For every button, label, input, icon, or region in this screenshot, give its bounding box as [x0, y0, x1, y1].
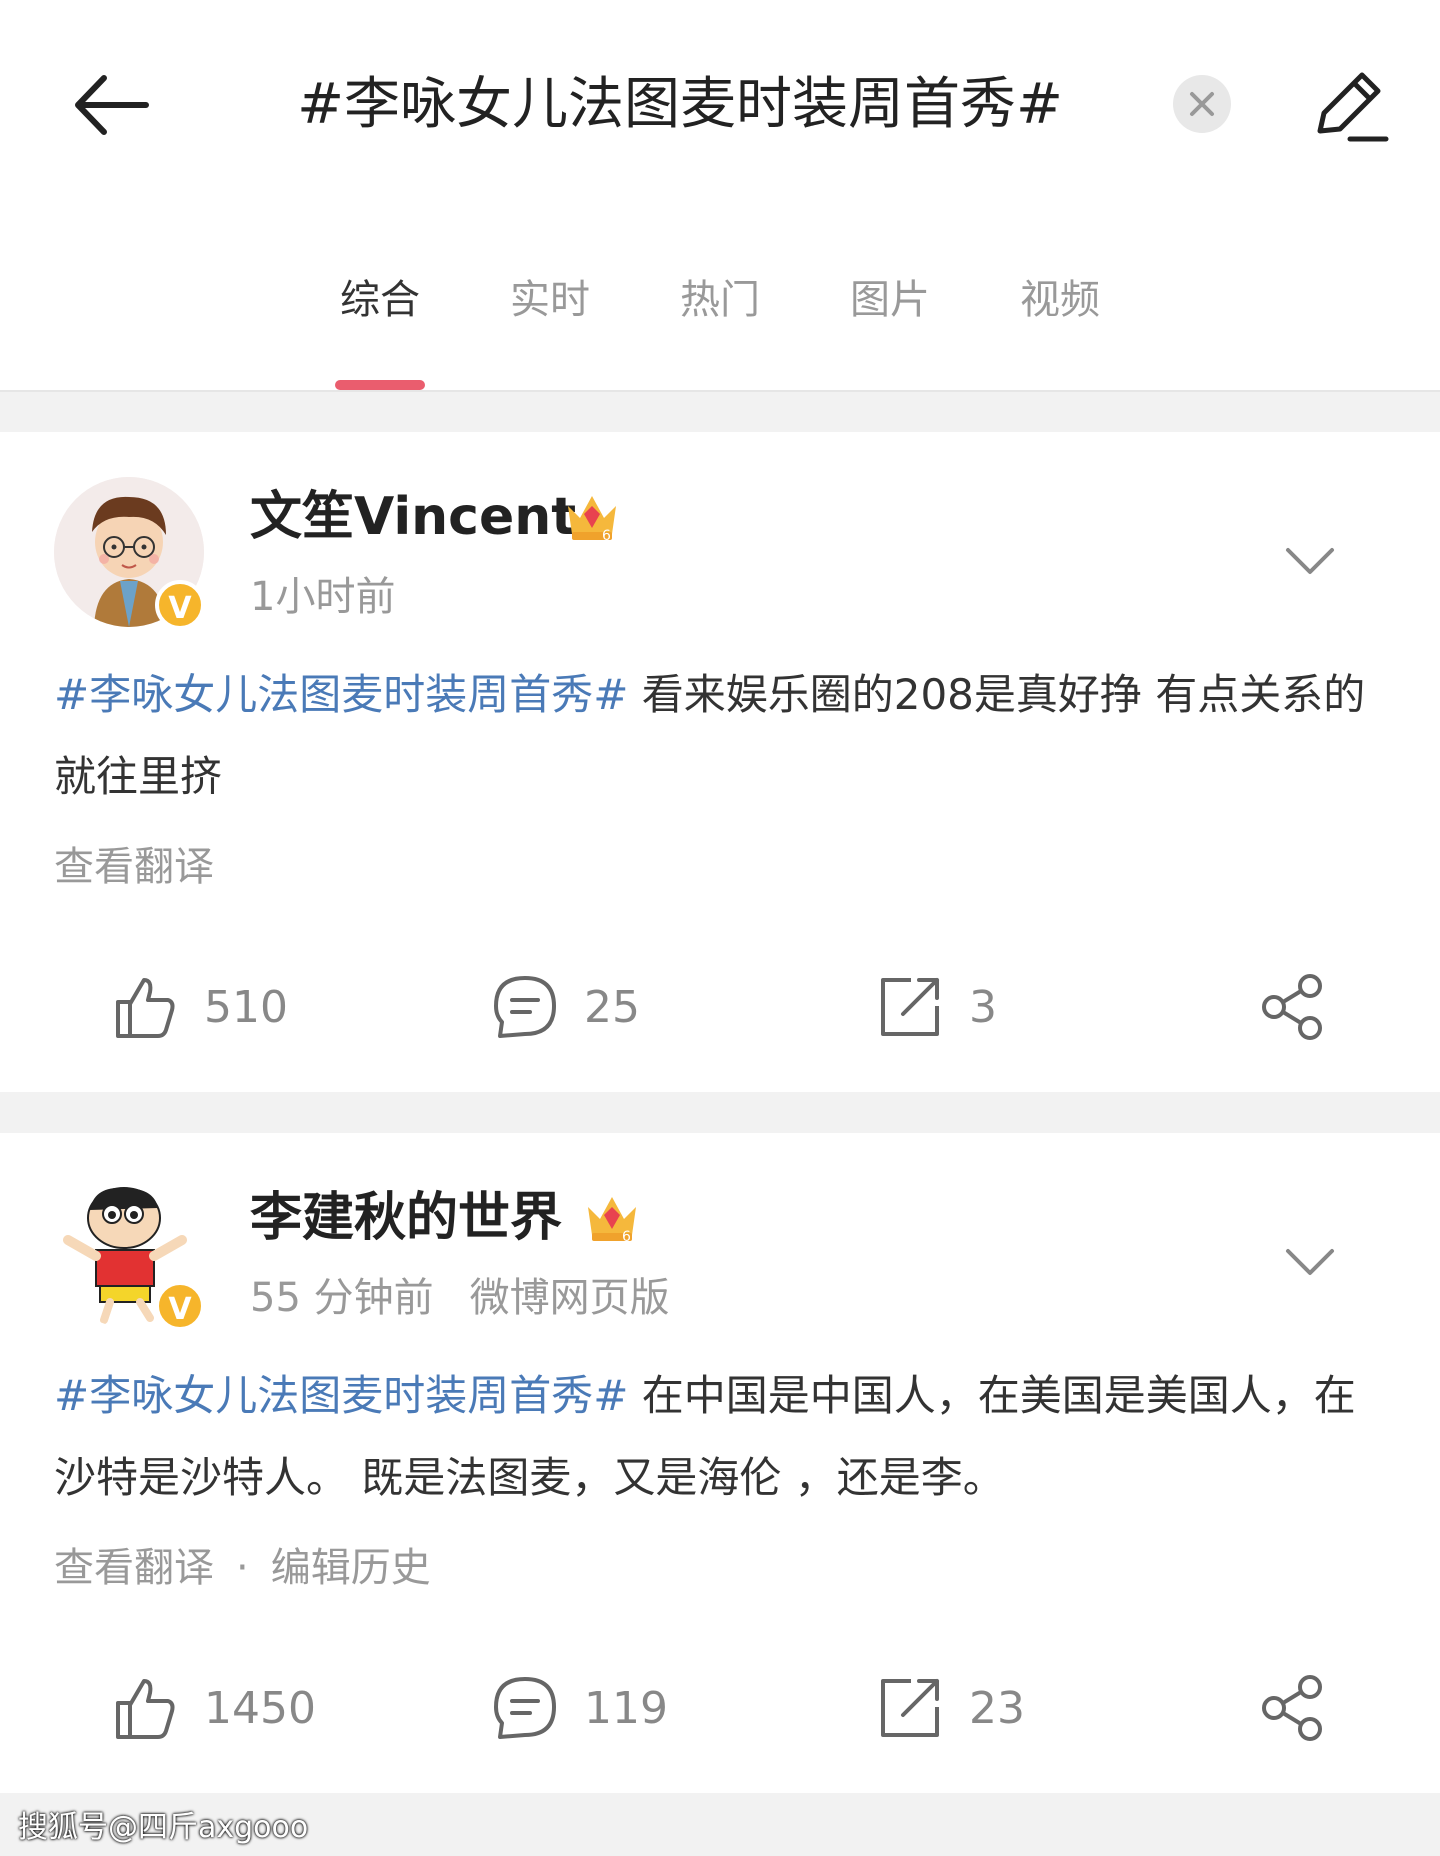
- comment-button[interactable]: 25: [490, 957, 640, 1057]
- post-time: 55 分钟前: [250, 1275, 434, 1321]
- repost-button[interactable]: 3: [875, 957, 997, 1057]
- repost-count: 23: [969, 1682, 1025, 1734]
- username[interactable]: 文笙Vincent: [250, 477, 576, 557]
- post-extras: 查看翻译 · 编辑历史: [54, 1533, 431, 1603]
- post-extras: 查看翻译: [54, 832, 214, 902]
- action-bar: 1450 119 23: [0, 1658, 1440, 1758]
- svg-text:6: 6: [622, 1229, 631, 1245]
- comment-count: 119: [584, 1682, 668, 1734]
- share-button[interactable]: [1258, 1658, 1328, 1758]
- back-button[interactable]: [60, 60, 160, 150]
- tab-comprehensive[interactable]: 综合: [310, 270, 450, 330]
- comment-icon: [494, 1677, 556, 1739]
- crown-icon: 6: [568, 496, 616, 544]
- post-source: 微博网页版: [469, 1275, 670, 1321]
- search-query-title[interactable]: #李咏女儿法图麦时装周首秀#: [250, 60, 1110, 150]
- like-count: 510: [204, 981, 288, 1033]
- comment-icon: [494, 976, 556, 1038]
- hashtag-link[interactable]: #李咏女儿法图麦时装周首秀#: [54, 1371, 628, 1420]
- post-text: #李咏女儿法图麦时装周首秀# 看来娱乐圈的208是真好挣 有点关系的就往里挤: [54, 654, 1384, 818]
- separator-dot: ·: [236, 1545, 249, 1591]
- thumbs-up-icon: [116, 1679, 175, 1739]
- arrow-left-icon: [75, 75, 149, 135]
- repost-button[interactable]: 23: [875, 1658, 1025, 1758]
- tab-videos[interactable]: 视频: [990, 270, 1130, 330]
- post-text: #李咏女儿法图麦时装周首秀# 在中国是中国人，在美国是美国人，在沙特是沙特人。 …: [54, 1355, 1384, 1519]
- edit-history-link[interactable]: 编辑历史: [271, 1545, 431, 1591]
- repost-icon: [881, 978, 939, 1036]
- like-count: 1450: [204, 1682, 316, 1734]
- crown-icon: 6: [588, 1197, 636, 1245]
- clear-search-button[interactable]: [1173, 75, 1231, 133]
- svg-text:6: 6: [602, 528, 611, 544]
- like-button[interactable]: 510: [110, 957, 288, 1057]
- hashtag-link[interactable]: #李咏女儿法图麦时装周首秀#: [54, 670, 628, 719]
- chevron-down-icon[interactable]: [1280, 532, 1340, 592]
- repost-icon: [881, 1679, 939, 1737]
- verified-badge: V: [155, 1281, 205, 1331]
- filter-tabs: 综合 实时 热门 图片 视频: [0, 250, 1440, 390]
- comment-count: 25: [584, 981, 640, 1033]
- thumbs-up-icon: [116, 978, 175, 1038]
- translate-link[interactable]: 查看翻译: [54, 844, 214, 890]
- post-meta: 55 分钟前 微博网页版: [250, 1263, 670, 1333]
- header-bar: #李咏女儿法图麦时装周首秀# 综合 实时 热门 图片 视频: [0, 0, 1440, 392]
- watermark-text: 搜狐号@四斤axgooo: [18, 1810, 309, 1845]
- comment-button[interactable]: 119: [490, 1658, 668, 1758]
- chevron-down-icon[interactable]: [1280, 1233, 1340, 1293]
- weibo-post: V 文笙Vincent 6 1小时前 #李咏女儿法图麦时装周首秀# 看来娱乐圈的…: [0, 432, 1440, 1092]
- close-icon: [1190, 92, 1214, 116]
- tab-realtime[interactable]: 实时: [480, 270, 620, 330]
- pencil-icon: [1317, 72, 1389, 142]
- active-tab-indicator: [335, 380, 425, 390]
- action-bar: 510 25 3: [0, 957, 1440, 1057]
- tab-images[interactable]: 图片: [820, 270, 960, 330]
- translate-link[interactable]: 查看翻译: [54, 1545, 214, 1591]
- compose-button[interactable]: [1300, 60, 1400, 150]
- share-button[interactable]: [1258, 957, 1328, 1057]
- share-icon: [1262, 974, 1322, 1040]
- verified-badge: V: [155, 580, 205, 630]
- username[interactable]: 李建秋的世界: [250, 1178, 562, 1258]
- share-icon: [1262, 1675, 1322, 1741]
- weibo-post: V 李建秋的世界 6 55 分钟前 微博网页版 #李咏女儿法图麦时装周首秀# 在中…: [0, 1133, 1440, 1793]
- post-time: 1小时前: [250, 574, 396, 620]
- repost-count: 3: [969, 981, 997, 1033]
- post-meta: 1小时前: [250, 562, 395, 632]
- tab-hot[interactable]: 热门: [650, 270, 790, 330]
- like-button[interactable]: 1450: [110, 1658, 316, 1758]
